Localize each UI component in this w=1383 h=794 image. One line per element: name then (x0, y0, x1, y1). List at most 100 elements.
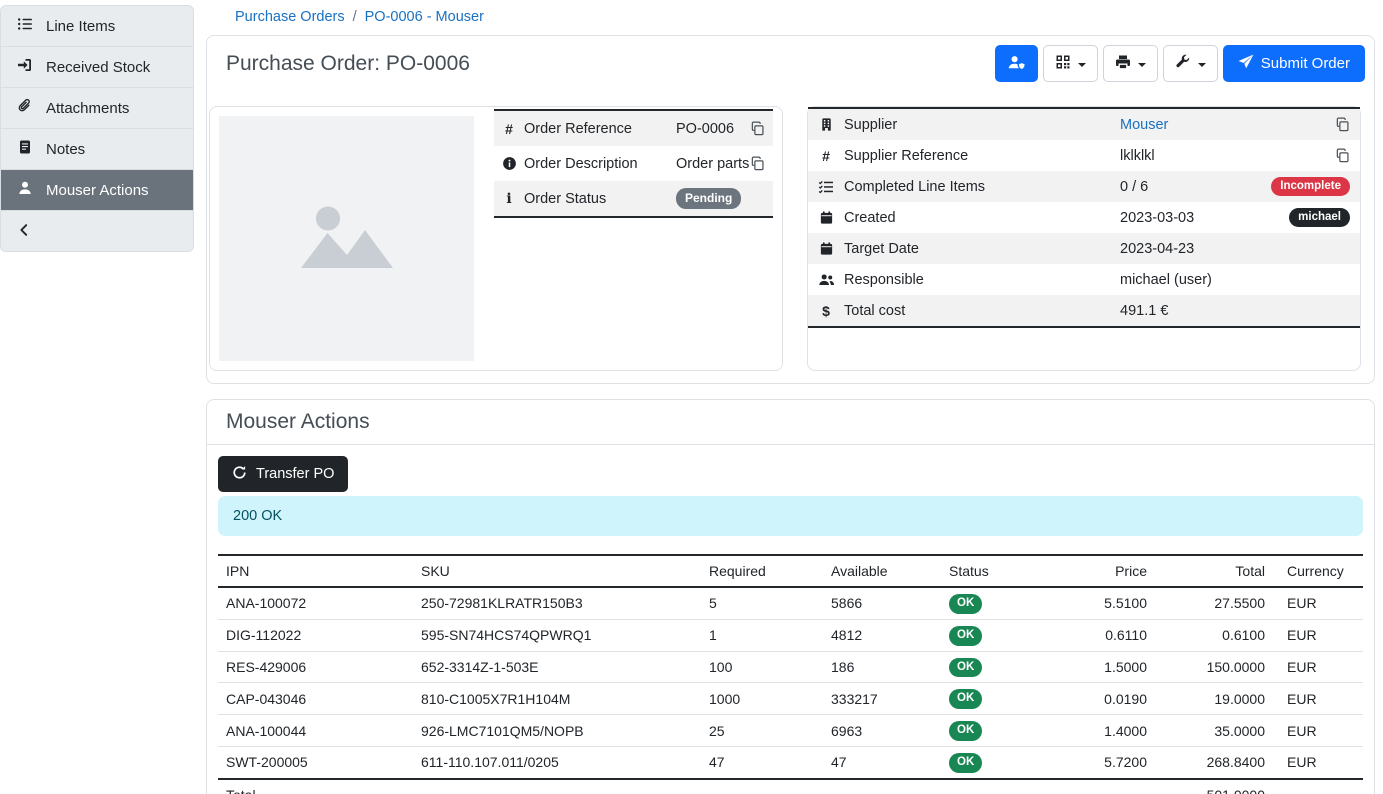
submit-order-button[interactable]: Submit Order (1223, 45, 1365, 82)
status-alert: 200 OK (218, 496, 1363, 536)
table-header-row: IPN SKU Required Available Status Price … (218, 555, 1363, 587)
order-details-table: # Order Reference PO-0006 Order Descript… (494, 109, 773, 218)
cell-status: OK (941, 587, 1053, 619)
cell-currency: EUR (1273, 619, 1363, 651)
detail-row-supplier-reference: # Supplier Reference lklklkl (808, 140, 1360, 171)
barcode-dropdown-button[interactable] (1043, 45, 1098, 82)
cell-currency: EUR (1273, 746, 1363, 778)
cell-status: OK (941, 715, 1053, 747)
page-title: Purchase Order: PO-0006 (226, 52, 470, 76)
cell-ipn: SWT-200005 (218, 746, 413, 778)
detail-row-target-date: Target Date 2023-04-23 (808, 233, 1360, 264)
qrcode-icon (1055, 54, 1071, 73)
sidebar-item-received-stock[interactable]: Received Stock (1, 47, 193, 88)
copy-icon[interactable] (750, 121, 773, 136)
detail-row-created: Created 2023-03-03 michael (808, 202, 1360, 233)
ok-badge: OK (949, 721, 982, 741)
cell-available: 186 (823, 651, 941, 683)
cell-price: 0.0190 (1053, 683, 1155, 715)
detail-label: Order Reference (524, 121, 676, 137)
detail-value: Pending (676, 188, 773, 208)
cell-total: 150.0000 (1155, 651, 1273, 683)
mouser-actions-panel: Mouser Actions Transfer PO 200 OK IPN SK… (206, 399, 1375, 794)
caret-down-icon (1078, 63, 1086, 67)
cell-ipn: DIG-112022 (218, 619, 413, 651)
cell-total: 19.0000 (1155, 683, 1273, 715)
supplier-link[interactable]: Mouser (1120, 117, 1335, 133)
user-roles-button[interactable] (995, 45, 1038, 82)
sidebar-item-label: Line Items (46, 18, 115, 35)
sidebar-collapse-button[interactable] (1, 211, 193, 251)
detail-label: Order Description (524, 156, 676, 172)
print-dropdown-button[interactable] (1103, 45, 1158, 82)
user-icon (17, 180, 33, 200)
breadcrumb-purchase-orders-link[interactable]: Purchase Orders (235, 9, 345, 25)
printer-icon (1115, 54, 1131, 73)
info-icon: i (494, 191, 524, 207)
cell-available: 333217 (823, 683, 941, 715)
detail-label: Supplier (844, 117, 1120, 133)
cell-sku: 595-SN74HCS74QPWRQ1 (413, 619, 701, 651)
footer-total-label: Total (218, 779, 413, 794)
detail-value: 0 / 6 (1120, 179, 1271, 195)
column-header-ipn: IPN (218, 555, 413, 587)
cell-total: 35.0000 (1155, 715, 1273, 747)
cell-price: 1.5000 (1053, 651, 1155, 683)
detail-value: PO-0006 (676, 121, 750, 137)
detail-row-supplier: Supplier Mouser (808, 109, 1360, 140)
detail-value: Order parts (676, 156, 750, 172)
detail-badge-wrap: michael (1289, 208, 1360, 228)
detail-label: Total cost (844, 303, 1120, 319)
sidebar-item-mouser-actions[interactable]: Mouser Actions (1, 170, 193, 211)
copy-icon[interactable] (1335, 117, 1360, 132)
ok-badge: OK (949, 594, 982, 614)
purchase-order-details: # Order Reference PO-0006 Order Descript… (207, 91, 1374, 383)
breadcrumb-current-link[interactable]: PO-0006 - Mouser (365, 9, 484, 25)
tools-icon (1175, 54, 1191, 73)
sidebar-item-label: Attachments (46, 100, 129, 117)
detail-value: 2023-03-03 (1120, 210, 1289, 226)
detail-label: Target Date (844, 241, 1120, 257)
cell-status: OK (941, 619, 1053, 651)
sidebar-item-line-items[interactable]: Line Items (1, 6, 193, 47)
cell-ipn: ANA-100072 (218, 587, 413, 619)
calendar-icon (808, 241, 844, 256)
table-row: RES-429006 652-3314Z-1-503E 100 186 OK 1… (218, 651, 1363, 683)
detail-label: Order Status (524, 191, 676, 207)
cell-price: 5.7200 (1053, 746, 1155, 778)
column-header-required: Required (701, 555, 823, 587)
building-icon (808, 117, 844, 132)
sidebar-item-attachments[interactable]: Attachments (1, 88, 193, 129)
column-header-price: Price (1053, 555, 1155, 587)
cell-total: 27.5500 (1155, 587, 1273, 619)
cell-required: 1 (701, 619, 823, 651)
send-icon (1238, 54, 1254, 74)
mouser-actions-body: Transfer PO 200 OK IPN SKU Required Avai… (207, 445, 1374, 794)
cell-currency: EUR (1273, 651, 1363, 683)
transfer-po-button[interactable]: Transfer PO (218, 456, 348, 492)
copy-icon[interactable] (750, 156, 773, 171)
breadcrumb-separator: / (353, 9, 357, 25)
sign-in-icon (17, 57, 33, 77)
detail-label: Completed Line Items (844, 179, 1120, 195)
cell-ipn: ANA-100044 (218, 715, 413, 747)
ok-badge: OK (949, 626, 982, 646)
supplier-details-table: Supplier Mouser # Supplier Reference lkl… (808, 107, 1360, 328)
cell-price: 0.6110 (1053, 619, 1155, 651)
cell-price: 5.5100 (1053, 587, 1155, 619)
clipboard-icon (17, 139, 33, 159)
ok-badge: OK (949, 658, 982, 678)
cell-sku: 810-C1005X7R1H104M (413, 683, 701, 715)
table-row: ANA-100044 926-LMC7101QM5/NOPB 25 6963 O… (218, 715, 1363, 747)
cell-ipn: RES-429006 (218, 651, 413, 683)
info-circle-icon (494, 156, 524, 171)
column-header-sku: SKU (413, 555, 701, 587)
detail-value: michael (user) (1120, 272, 1360, 288)
sidebar-item-notes[interactable]: Notes (1, 129, 193, 170)
cell-sku: 250-72981KLRATR150B3 (413, 587, 701, 619)
detail-row-completed-line-items: Completed Line Items 0 / 6 Incomplete (808, 171, 1360, 202)
copy-icon[interactable] (1335, 148, 1360, 163)
actions-dropdown-button[interactable] (1163, 45, 1218, 82)
refresh-icon (232, 465, 247, 484)
cell-sku: 926-LMC7101QM5/NOPB (413, 715, 701, 747)
